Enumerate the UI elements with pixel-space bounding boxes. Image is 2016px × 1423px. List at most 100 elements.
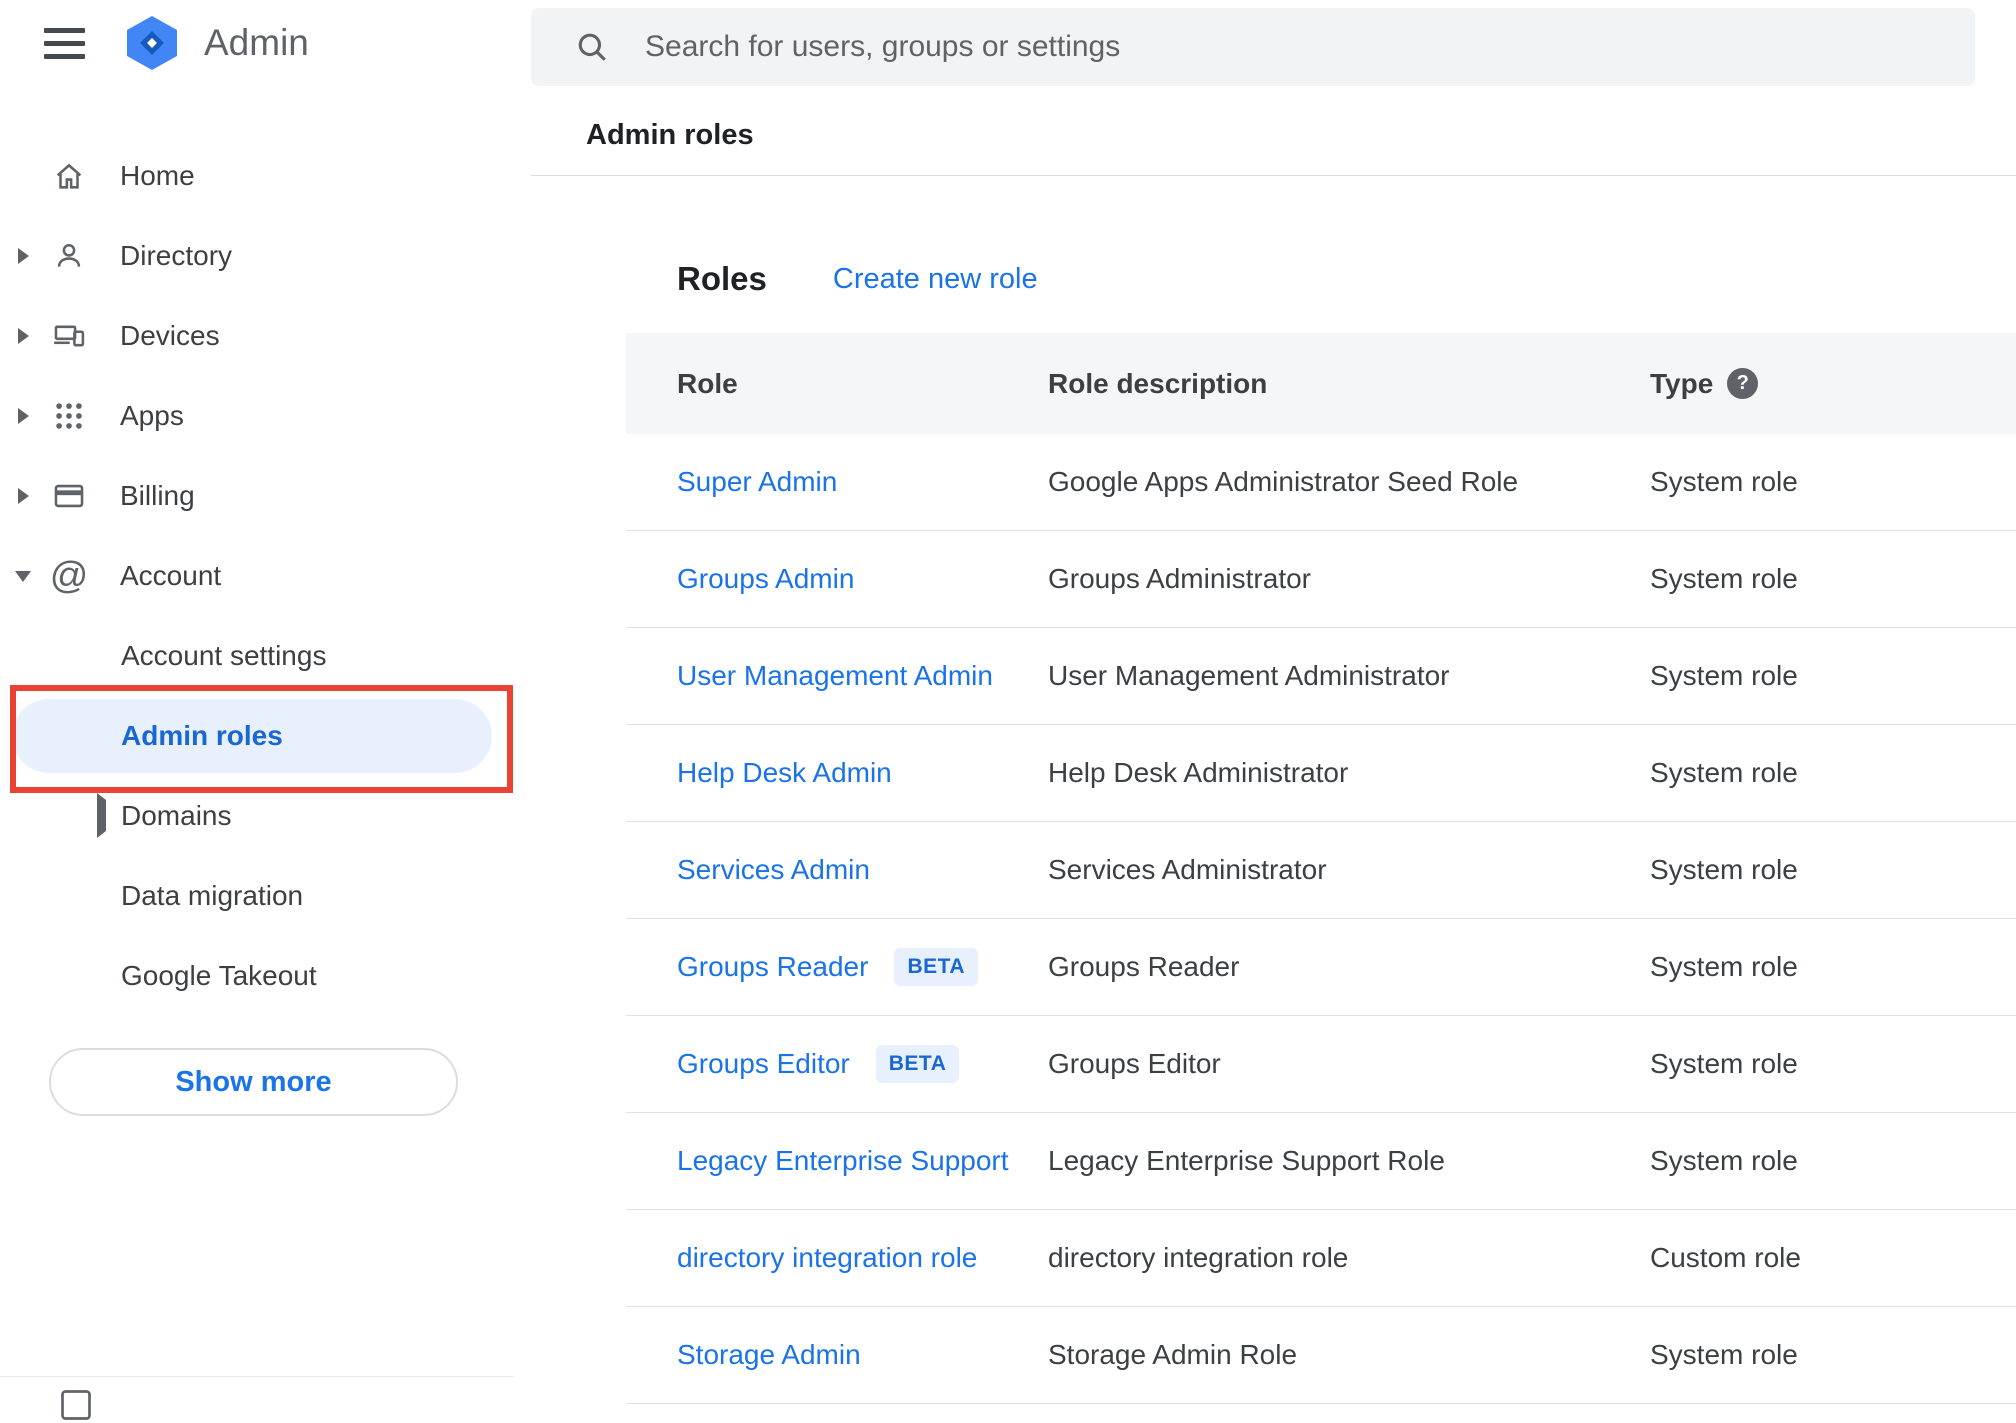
role-type: System role	[1650, 854, 1798, 885]
sidebar-item-data-migration[interactable]: Data migration	[0, 856, 514, 936]
apps-grid-icon	[46, 399, 92, 433]
table-row: Groups Admin Groups Administrator System…	[626, 531, 2016, 628]
beta-badge: BETA	[875, 1045, 960, 1083]
role-link[interactable]: Groups Admin	[677, 563, 854, 595]
role-description: Legacy Enterprise Support Role	[1048, 1145, 1445, 1176]
sidebar-item-label: Home	[120, 160, 195, 191]
sidebar-item-label: Directory	[120, 240, 233, 271]
role-description: Groups Reader	[1048, 951, 1240, 982]
beta-badge: BETA	[894, 948, 979, 986]
role-description: Groups Administrator	[1048, 563, 1311, 594]
breadcrumb: Admin roles	[586, 119, 754, 151]
sidebar-item-directory[interactable]: Directory	[0, 216, 514, 296]
sidebar-item-label: Devices	[120, 320, 220, 351]
devices-icon	[46, 319, 92, 353]
partial-bottom-icon	[58, 1387, 94, 1423]
table-row: User Management Admin User Management Ad…	[626, 628, 2016, 725]
sidebar-item-devices[interactable]: Devices	[0, 296, 514, 376]
sidebar: Admin Home Directory Devices Apps Billin…	[0, 0, 514, 1420]
menu-icon[interactable]	[44, 20, 85, 67]
column-header-role: Role	[677, 367, 738, 399]
sidebar-header: Admin	[0, 0, 309, 86]
roles-card-header: Roles Create new role	[626, 176, 2016, 333]
role-type: System role	[1650, 757, 1798, 788]
role-description: Groups Editor	[1048, 1048, 1221, 1079]
roles-card: Roles Create new role Role Role descript…	[626, 176, 2016, 1404]
search-icon	[575, 30, 609, 64]
role-type: System role	[1650, 951, 1798, 982]
help-icon[interactable]: ?	[1727, 368, 1759, 399]
at-sign-icon: @	[49, 555, 89, 597]
app-title: Admin	[204, 22, 309, 63]
sidebar-item-google-takeout[interactable]: Google Takeout	[0, 936, 514, 1016]
role-description: Services Administrator	[1048, 854, 1327, 885]
table-row: directory integration role directory int…	[626, 1210, 2016, 1307]
table-row: Groups Reader BETA Groups Reader System …	[626, 919, 2016, 1016]
column-header-description: Role description	[1048, 367, 1268, 399]
sidebar-item-label: Account settings	[121, 640, 327, 671]
sidebar-item-label: Apps	[120, 400, 184, 431]
table-row: Storage Admin Storage Admin Role System …	[626, 1307, 2016, 1404]
role-description: Help Desk Administrator	[1048, 757, 1349, 788]
role-type: System role	[1650, 1145, 1798, 1176]
table-body: Super Admin Google Apps Administrator Se…	[626, 434, 2016, 1404]
role-link[interactable]: Storage Admin	[677, 1339, 861, 1371]
admin-logo-icon	[124, 14, 180, 72]
role-type: Custom role	[1650, 1242, 1801, 1273]
role-link[interactable]: Super Admin	[677, 466, 837, 498]
sidebar-bottom-divider	[0, 1376, 514, 1377]
role-link[interactable]: Groups Reader	[677, 951, 868, 983]
role-link[interactable]: Services Admin	[677, 854, 870, 886]
expand-arrow-icon[interactable]	[0, 328, 46, 344]
table-row: Help Desk Admin Help Desk Administrator …	[626, 725, 2016, 822]
expand-arrow-icon[interactable]	[0, 408, 46, 424]
role-link[interactable]: User Management Admin	[677, 660, 993, 692]
table-row: Legacy Enterprise Support Legacy Enterpr…	[626, 1113, 2016, 1210]
column-header-type: Type ?	[1650, 368, 2016, 400]
sidebar-item-home[interactable]: Home	[0, 136, 514, 216]
search-input[interactable]	[643, 16, 1975, 78]
table-row: Super Admin Google Apps Administrator Se…	[626, 434, 2016, 531]
sidebar-item-label: Admin roles	[121, 720, 283, 751]
billing-card-icon	[46, 479, 92, 513]
table-header-row: Role Role description Type ?	[626, 333, 2016, 434]
expand-arrow-icon[interactable]	[97, 793, 106, 838]
sidebar-item-label: Billing	[120, 480, 195, 511]
sidebar-item-account[interactable]: @ Account	[0, 536, 514, 616]
role-link[interactable]: Legacy Enterprise Support	[677, 1145, 1009, 1177]
table-row: Groups Editor BETA Groups Editor System …	[626, 1016, 2016, 1113]
role-description: directory integration role	[1048, 1242, 1349, 1273]
expand-arrow-icon[interactable]	[0, 488, 46, 504]
sidebar-item-apps[interactable]: Apps	[0, 376, 514, 456]
card-title: Roles	[677, 260, 767, 297]
role-type: System role	[1650, 466, 1798, 497]
sidebar-item-label: Google Takeout	[121, 960, 317, 991]
role-type: System role	[1650, 660, 1798, 691]
role-type: System role	[1650, 563, 1798, 594]
collapse-arrow-icon[interactable]	[0, 570, 46, 582]
sidebar-item-label: Domains	[121, 800, 232, 831]
sidebar-item-label: Data migration	[121, 880, 304, 911]
search-bar[interactable]	[531, 8, 1975, 86]
home-icon	[46, 159, 92, 193]
role-description: User Management Administrator	[1048, 660, 1450, 691]
sidebar-item-billing[interactable]: Billing	[0, 456, 514, 536]
sidebar-nav: Home Directory Devices Apps Billing @ Ac…	[0, 136, 514, 1016]
person-icon	[46, 239, 92, 273]
role-description: Storage Admin Role	[1048, 1339, 1298, 1370]
role-type: System role	[1650, 1048, 1798, 1079]
show-more-button[interactable]: Show more	[49, 1048, 458, 1116]
column-header-type-label: Type	[1650, 367, 1714, 399]
create-new-role-link[interactable]: Create new role	[833, 263, 1038, 296]
role-link[interactable]: directory integration role	[677, 1242, 977, 1274]
role-link[interactable]: Help Desk Admin	[677, 757, 892, 789]
table-row: Services Admin Services Administrator Sy…	[626, 822, 2016, 919]
role-type: System role	[1650, 1339, 1798, 1370]
role-link[interactable]: Groups Editor	[677, 1048, 850, 1080]
sidebar-item-label: Account	[120, 560, 222, 591]
sidebar-item-admin-roles[interactable]: Admin roles	[0, 696, 514, 776]
expand-arrow-icon[interactable]	[0, 248, 46, 264]
sidebar-item-account-settings[interactable]: Account settings	[0, 616, 514, 696]
sidebar-item-domains[interactable]: Domains	[0, 776, 514, 856]
role-description: Google Apps Administrator Seed Role	[1048, 466, 1519, 497]
